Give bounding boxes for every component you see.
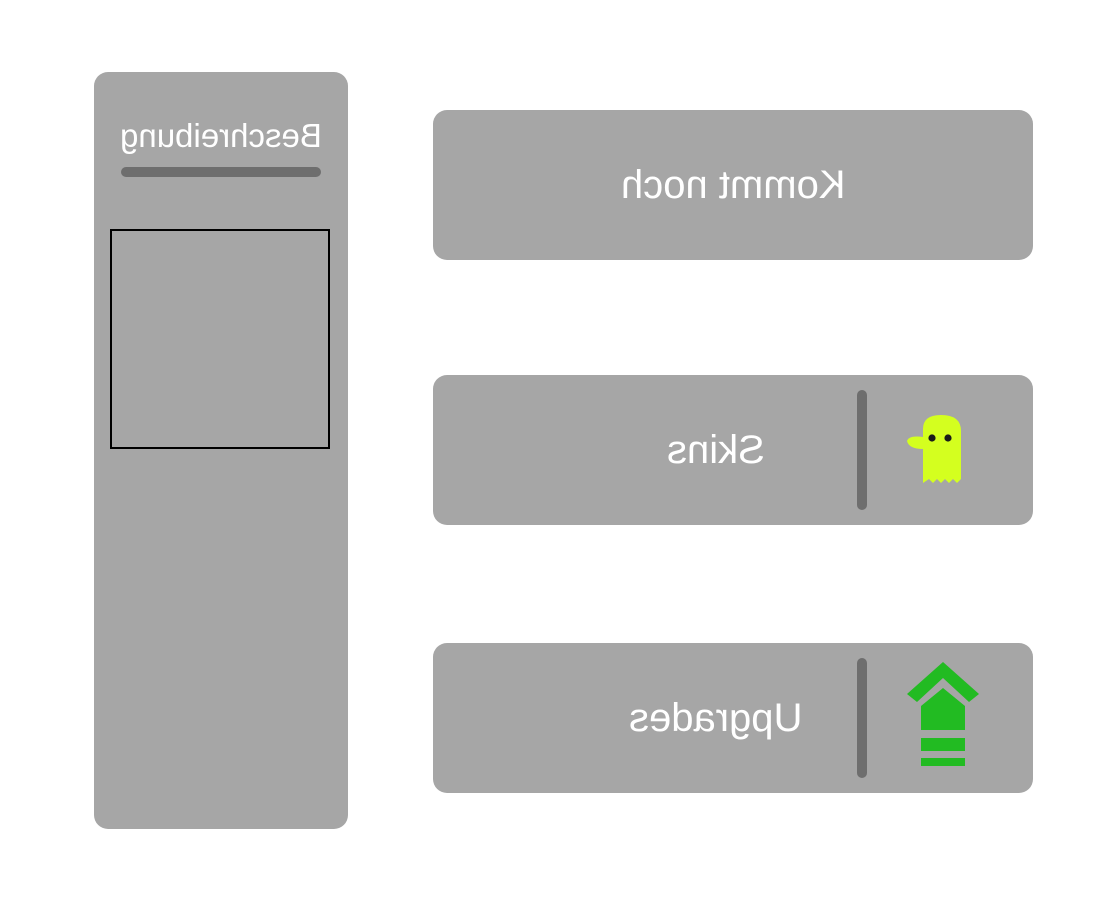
description-title-underline [121,167,321,177]
coming-soon-label: Kommt noch [620,163,846,207]
upgrades-label: Upgrades [628,696,803,740]
skins-divider [857,390,867,510]
skins-label: Skins [666,428,765,472]
upgrades-divider [857,658,867,778]
description-title: Beschreibung [120,117,322,154]
upgrade-arrow-icon [907,662,979,766]
skins-button[interactable]: Skins [433,375,1033,525]
description-preview-box [110,229,330,449]
description-panel: Beschreibung [94,72,348,829]
main-menu-screen: Beschreibung Kommt noch Skins Upgrades [0,0,1100,900]
description-title-wrap: Beschreibung [94,72,348,156]
coming-soon-label-wrap: Kommt noch [433,110,1033,260]
ghost-icon [907,415,961,483]
coming-soon-button[interactable]: Kommt noch [433,110,1033,260]
upgrades-button[interactable]: Upgrades [433,643,1033,793]
